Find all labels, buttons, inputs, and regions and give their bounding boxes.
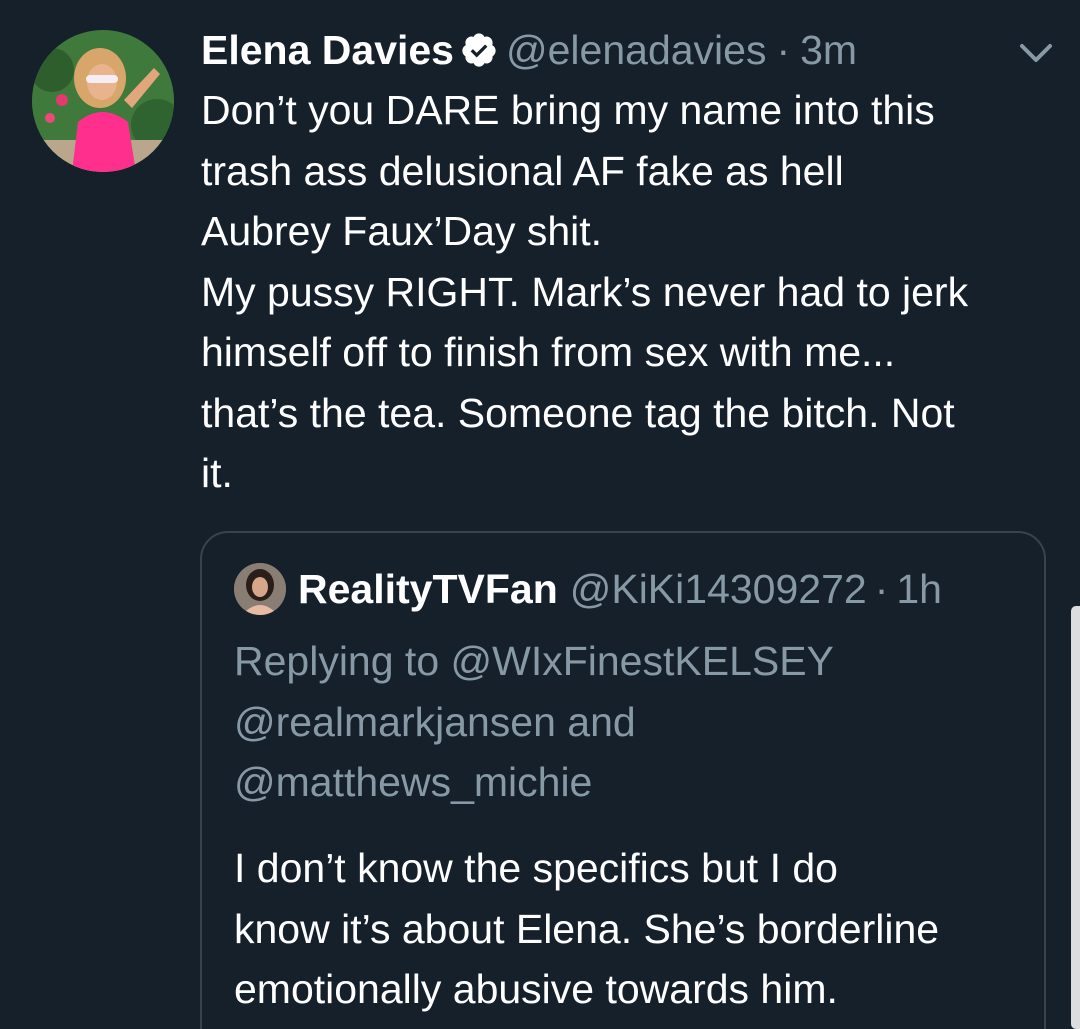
replying-to: Replying to @WIxFinestKELSEY @realmarkja… [234,631,1034,813]
tweet-header: Elena Davies @elenadavies · 3m [201,24,857,76]
author-name[interactable]: Elena Davies [201,24,454,76]
replying-to-line[interactable]: @realmarkjansen and [234,692,1034,753]
tweet-timestamp[interactable]: 3m [800,24,857,76]
avatar[interactable] [32,30,174,172]
tweet-text: Don’t you DARE bring my name into this t… [201,87,969,496]
quoted-tweet-text: I don’t know the specifics but I do know… [234,845,940,1012]
quoted-avatar [234,563,286,615]
tweet[interactable]: Elena Davies @elenadavies · 3m Don’t you… [0,0,1080,1029]
replying-to-line[interactable]: @matthews_michie [234,752,1034,813]
profile-photo [32,30,174,172]
chevron-down-icon[interactable] [1014,36,1058,70]
quoted-profile-photo [234,563,286,615]
quoted-tweet-header: RealityTVFan @KiKi14309272 · 1h [234,561,942,617]
scrollbar[interactable] [1071,606,1080,1029]
verified-badge-icon [462,33,496,67]
quoted-timestamp[interactable]: 1h [896,561,942,617]
quoted-separator-dot: · [874,566,889,612]
quoted-author-name[interactable]: RealityTVFan [298,561,558,617]
author-handle[interactable]: @elenadavies [506,24,766,76]
separator-dot: · [776,27,791,73]
quoted-author-handle[interactable]: @KiKi14309272 [570,561,867,617]
quoted-tweet[interactable]: RealityTVFan @KiKi14309272 · 1h Replying… [200,531,1046,1029]
replying-to-line[interactable]: Replying to @WIxFinestKELSEY [234,631,1034,692]
